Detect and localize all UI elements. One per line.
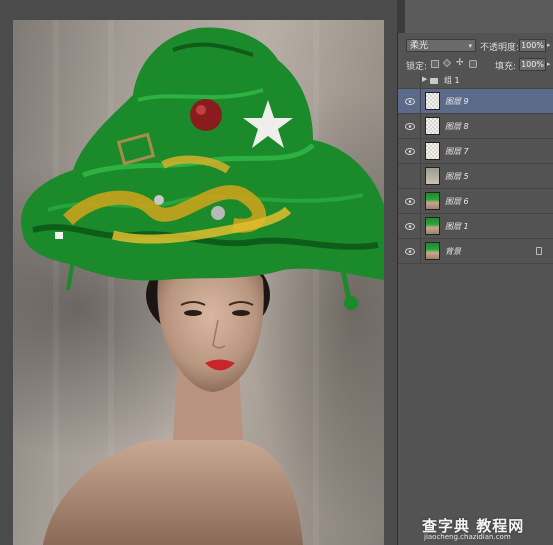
layer-name: 图层 5 (445, 171, 469, 181)
layer-thumbnail (425, 167, 440, 185)
lock-transparent-icon[interactable] (431, 60, 439, 68)
fill-field[interactable]: 100% (519, 58, 546, 71)
chevron-down-icon: ▾ (468, 42, 472, 50)
layer-thumbnail (425, 192, 440, 210)
layer-row[interactable]: 图层 5 (398, 164, 553, 189)
lock-all-icon[interactable] (469, 60, 477, 68)
layer-thumbnail (425, 92, 440, 110)
opacity-arrow-icon[interactable]: ▸ (547, 41, 551, 49)
eye-icon[interactable] (403, 239, 417, 263)
lock-icon (536, 247, 542, 255)
layer-thumbnail (425, 217, 440, 235)
layer-name: 图层 9 (445, 96, 469, 106)
folder-icon (430, 78, 438, 84)
lock-position-icon[interactable]: ✢ (456, 58, 464, 68)
layer-group-row[interactable]: ▶ 组 1 (398, 73, 553, 89)
lock-fill-row: 锁定: ✢ 填充: 100% ▸ (398, 54, 553, 74)
layer-name: 图层 8 (445, 121, 469, 131)
disclosure-triangle-icon[interactable]: ▶ (422, 75, 427, 83)
fill-arrow-icon[interactable]: ▸ (547, 60, 551, 68)
layer-name: 图层 7 (445, 146, 469, 156)
panel-top-strip (397, 0, 553, 33)
layer-row[interactable]: 图层 8 (398, 114, 553, 139)
canvas-area[interactable] (0, 0, 397, 545)
eye-icon[interactable] (403, 114, 417, 138)
layer-thumbnail (425, 242, 440, 260)
eye-icon[interactable] (403, 189, 417, 213)
visibility-toggle[interactable] (403, 164, 417, 188)
layer-thumbnail (425, 117, 440, 135)
layer-row[interactable]: 图层 9 (398, 89, 553, 114)
blend-opacity-row: 柔光 ▾ 不透明度: 100% ▸ (398, 35, 553, 55)
layer-row[interactable]: 图层 6 (398, 189, 553, 214)
layer-name: 图层 1 (445, 221, 469, 231)
eye-icon[interactable] (403, 139, 417, 163)
blend-mode-value: 柔光 (410, 41, 429, 51)
lock-label: 锁定: (406, 62, 428, 72)
fill-label: 填充: (495, 62, 517, 72)
layer-name: 组 1 (444, 76, 460, 85)
blend-mode-select[interactable]: 柔光 ▾ (406, 39, 476, 52)
eye-icon[interactable] (403, 214, 417, 238)
document-canvas[interactable] (13, 20, 384, 545)
eye-icon[interactable] (403, 89, 417, 113)
layers-panel: 柔光 ▾ 不透明度: 100% ▸ 锁定: ✢ 填充: 100% ▸ ▶ 组 1… (397, 33, 553, 545)
lock-image-icon[interactable] (442, 58, 452, 68)
layer-row[interactable]: 背景 (398, 239, 553, 264)
layer-row[interactable]: 图层 7 (398, 139, 553, 164)
opacity-label: 不透明度: (480, 43, 520, 53)
layer-row[interactable]: 图层 1 (398, 214, 553, 239)
layer-name: 背景 (445, 246, 461, 256)
visibility-toggle[interactable] (403, 73, 417, 88)
opacity-field[interactable]: 100% (519, 39, 546, 52)
layers-list: ▶ 组 1 图层 9 图层 8 图层 7 图层 5 图层 6 图层 1 背景 (398, 73, 553, 264)
layer-name: 图层 6 (445, 196, 469, 206)
layer-thumbnail (425, 142, 440, 160)
artwork-image (21, 27, 384, 545)
